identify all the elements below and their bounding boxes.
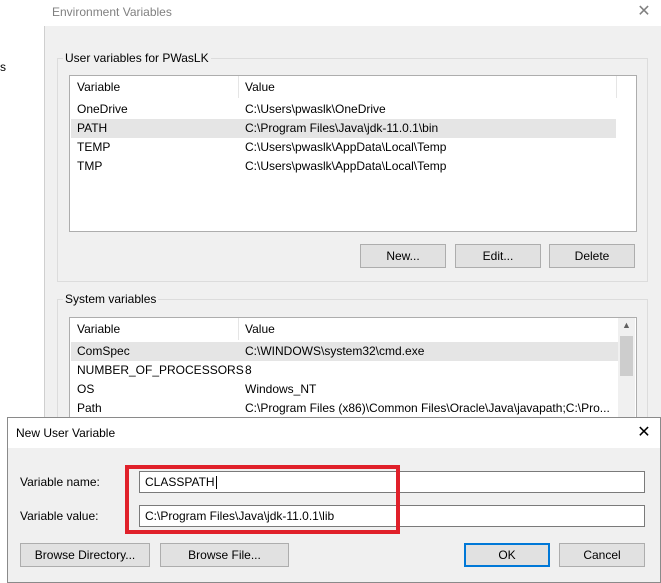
user-col-value[interactable]: Value [245, 80, 275, 94]
system-row-path[interactable]: Path C:\Program Files (x86)\Common Files… [71, 399, 618, 418]
env-dialog-title: Environment Variables [52, 5, 172, 19]
system-list-header: Variable Value [70, 318, 636, 340]
user-row-tmp[interactable]: TMP C:\Users\pwaslk\AppData\Local\Temp [71, 157, 616, 176]
user-new-button[interactable]: New... [360, 244, 446, 268]
system-row-variable: Path [77, 401, 102, 415]
system-variables-label: System variables [63, 292, 159, 306]
column-divider [238, 76, 239, 98]
scrollbar-thumb[interactable] [620, 336, 633, 376]
new-dialog-close-icon[interactable]: ✕ [632, 422, 656, 444]
user-row-onedrive[interactable]: OneDrive C:\Users\pwaslk\OneDrive [71, 100, 616, 119]
system-col-value[interactable]: Value [245, 322, 275, 336]
user-row-variable: TEMP [77, 140, 111, 154]
user-row-path[interactable]: PATH C:\Program Files\Java\jdk-11.0.1\bi… [71, 119, 616, 138]
system-row-variable: OS [77, 382, 95, 396]
system-row-comspec[interactable]: ComSpec C:\WINDOWS\system32\cmd.exe [71, 342, 618, 361]
user-list-header: Variable Value [70, 76, 636, 98]
highlight-annotation-box [125, 465, 400, 534]
user-row-value: C:\Users\pwaslk\OneDrive [245, 102, 386, 116]
user-row-variable: TMP [77, 159, 103, 173]
user-row-value: C:\Program Files\Java\jdk-11.0.1\bin [245, 121, 439, 135]
column-divider [616, 76, 617, 98]
cancel-button[interactable]: Cancel [559, 543, 645, 567]
user-row-value: C:\Users\pwaslk\AppData\Local\Temp [245, 140, 447, 154]
scroll-up-icon[interactable]: ▲ [622, 320, 631, 330]
user-col-variable[interactable]: Variable [77, 80, 120, 94]
user-row-temp[interactable]: TEMP C:\Users\pwaslk\AppData\Local\Temp [71, 138, 616, 157]
env-close-icon[interactable]: ✕ [634, 2, 654, 22]
system-row-value: Windows_NT [245, 382, 317, 396]
column-divider [238, 318, 239, 340]
user-row-variable: PATH [77, 121, 108, 135]
background-partial-text: s [0, 60, 6, 74]
browse-directory-button[interactable]: Browse Directory... [20, 543, 150, 567]
system-list-scrollbar[interactable]: ▲ [618, 318, 635, 426]
system-row-value: C:\Program Files (x86)\Common Files\Orac… [245, 401, 610, 415]
system-row-processors[interactable]: NUMBER_OF_PROCESSORS 8 [71, 361, 618, 380]
system-col-variable[interactable]: Variable [77, 322, 120, 336]
user-edit-button[interactable]: Edit... [455, 244, 541, 268]
system-row-value: C:\WINDOWS\system32\cmd.exe [245, 344, 425, 358]
system-row-value: 8 [245, 363, 252, 377]
browse-file-button[interactable]: Browse File... [160, 543, 289, 567]
user-row-value: C:\Users\pwaslk\AppData\Local\Temp [245, 159, 447, 173]
system-row-os[interactable]: OS Windows_NT [71, 380, 618, 399]
system-row-variable: ComSpec [77, 344, 130, 358]
user-row-variable: OneDrive [77, 102, 128, 116]
variable-name-label: Variable name: [20, 475, 100, 489]
new-dialog-title: New User Variable [16, 426, 116, 440]
system-row-variable: NUMBER_OF_PROCESSORS [77, 363, 244, 377]
ok-button[interactable]: OK [464, 543, 550, 567]
system-variables-list[interactable]: Variable Value ComSpec C:\WINDOWS\system… [69, 317, 637, 429]
user-variables-list[interactable]: Variable Value OneDrive C:\Users\pwaslk\… [69, 75, 637, 232]
user-delete-button[interactable]: Delete [549, 244, 635, 268]
user-variables-label: User variables for PWasLK [63, 51, 211, 65]
variable-value-label: Variable value: [20, 509, 99, 523]
